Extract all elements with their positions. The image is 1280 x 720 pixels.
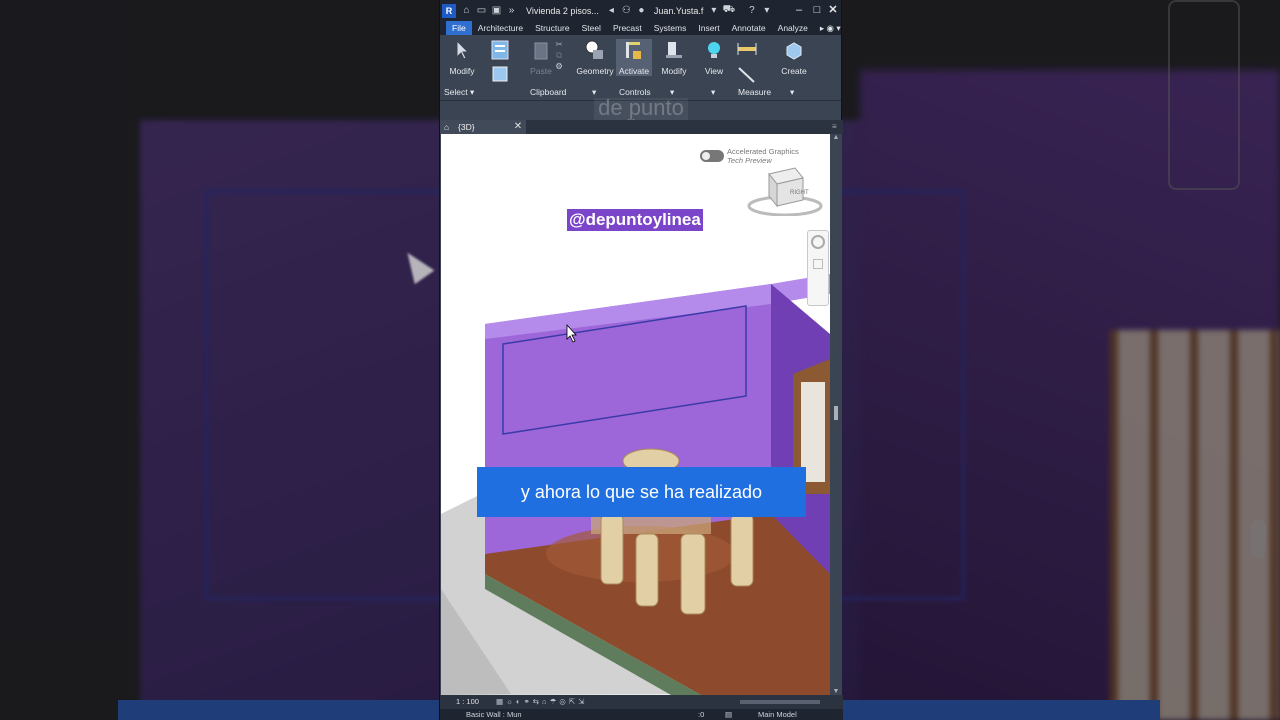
channel-handle: @depuntoylinea (567, 209, 703, 231)
cart-icon[interactable]: ⛟ (722, 4, 736, 17)
geometry-icon (585, 40, 603, 59)
view-button[interactable]: View (694, 39, 734, 76)
steering-wheel-icon[interactable] (811, 235, 825, 249)
collaborate-icon[interactable]: ⚇ (620, 4, 633, 17)
modify-button[interactable]: Modify (442, 39, 482, 76)
title-bar: R ⌂ ▭ ▣ » Vivienda 2 pisos... ◂ ⚇ ● Juan… (440, 0, 841, 21)
close-icon[interactable]: ✕ (826, 3, 840, 17)
tab-systems[interactable]: Systems (648, 21, 693, 35)
vertical-scrollbar[interactable]: ▲ ▼ (830, 134, 842, 695)
view-control-bar: 1 : 100 ▦☼◐⚭⇆⌂☂◎⇱⇲ (440, 695, 843, 709)
properties-button[interactable] (480, 39, 520, 91)
type-properties-icon (492, 66, 508, 82)
tab-architecture[interactable]: Architecture (472, 21, 529, 35)
view-tabs: ⌂ {3D} ✕ ≡ (440, 120, 843, 134)
navigation-bar[interactable] (807, 230, 829, 306)
modify-view-button[interactable]: Modify (654, 39, 694, 76)
tab-structure[interactable]: Structure (529, 21, 576, 35)
selected-element: Basic Wall : Mun (466, 710, 522, 719)
document-title: Vivienda 2 pisos... (526, 5, 599, 16)
zoom-icon[interactable] (813, 259, 823, 269)
home-icon[interactable]: ⌂ (460, 4, 473, 17)
svg-text:RIGHT: RIGHT (790, 190, 809, 196)
scroll-up-icon[interactable]: ▲ (830, 134, 842, 141)
chevron-down-icon[interactable]: ▾ (707, 4, 720, 17)
lightbulb-icon (708, 42, 720, 58)
view-scale[interactable]: 1 : 100 (456, 695, 479, 709)
create-button[interactable]: Create (774, 39, 814, 76)
help-icon[interactable]: ? (745, 4, 758, 17)
tabs-overflow-icon[interactable]: ▸ ◉ ▾ (814, 21, 847, 35)
scroll-down-icon[interactable]: ▼ (830, 688, 842, 695)
geometry-button[interactable]: Geometry (574, 39, 616, 76)
align-dimension-icon (738, 67, 755, 83)
home-view-icon: ⌂ (444, 122, 450, 132)
model-name[interactable]: Main Model (758, 709, 797, 720)
tab-precast[interactable]: Precast (607, 21, 648, 35)
user-name[interactable]: Juan.Yusta.f (654, 6, 704, 16)
clipboard-dropdown-icon[interactable]: ▾ (592, 87, 596, 98)
revit-window: R ⌂ ▭ ▣ » Vivienda 2 pisos... ◂ ⚇ ● Juan… (439, 0, 843, 720)
minimize-icon[interactable]: – (792, 3, 806, 17)
tabs-menu-icon[interactable]: ≡ (832, 120, 837, 134)
activate-icon (626, 42, 641, 59)
scroll-thumb[interactable] (834, 406, 838, 420)
accelerated-graphics-toggle[interactable] (700, 150, 724, 162)
3d-viewport[interactable]: Accelerated Graphics Tech Preview RIGHT … (441, 134, 830, 695)
caret-left-icon[interactable]: ◂ (605, 4, 618, 17)
measure-icon (737, 43, 757, 55)
selection-count: :0 (698, 710, 705, 719)
copy-icon[interactable]: ⧉ (548, 50, 570, 61)
status-bar: Basic Wall : Mun :0 ▤ Main Model (440, 709, 843, 720)
tab-analyze[interactable]: Analyze (772, 21, 814, 35)
bg-navigation-bar (1168, 0, 1240, 190)
bg-scroll-thumb (1250, 520, 1266, 558)
help-dropdown-icon[interactable]: ▾ (760, 4, 773, 17)
cut-copy-group[interactable]: ✂ ⧉ ⚙ (548, 39, 570, 72)
match-icon[interactable]: ⚙ (548, 61, 570, 72)
save-icon[interactable]: ▣ (490, 4, 503, 17)
cursor-arrow-icon (456, 39, 470, 60)
tab-file[interactable]: File (446, 21, 472, 35)
select-panel[interactable]: Select ▾ (444, 87, 474, 98)
tab-insert[interactable]: Insert (692, 21, 725, 35)
video-caption: y ahora lo que se ha realizado (477, 467, 806, 517)
user-icon[interactable]: ● (635, 4, 648, 17)
open-icon[interactable]: ▭ (475, 4, 488, 17)
measure-tools[interactable] (732, 39, 762, 91)
cut-icon[interactable]: ✂ (548, 39, 570, 50)
maximize-icon[interactable]: □ (810, 3, 824, 17)
accelerated-graphics-label: Accelerated Graphics Tech Preview (727, 147, 799, 165)
ribbon-tabs: File Architecture Structure Steel Precast Sys… (440, 21, 841, 35)
view-dropdown-icon[interactable]: ▾ (711, 87, 715, 98)
activate-button[interactable]: Activate (616, 39, 652, 76)
tab-annotate[interactable]: Annotate (726, 21, 772, 35)
view-control-icons[interactable]: ▦☼◐⚭⇆⌂☂◎⇱⇲ (496, 695, 587, 709)
tab-steel[interactable]: Steel (576, 21, 607, 35)
measure-panel[interactable]: Measure (738, 87, 771, 97)
modify-view-icon (666, 42, 682, 58)
clipboard-panel[interactable]: Clipboard (530, 87, 566, 97)
screen: R ⌂ ▭ ▣ » Vivienda 2 pisos... ◂ ⚇ ● Juan… (0, 0, 1280, 720)
filter-icon[interactable]: ▤ (725, 709, 732, 720)
horizontal-scroll[interactable] (740, 700, 820, 704)
more-icon[interactable]: » (505, 4, 518, 17)
create-icon (786, 42, 802, 60)
close-tab-icon[interactable]: ✕ (512, 120, 524, 134)
measure-dropdown-icon[interactable]: ▾ (790, 87, 794, 98)
viewcube-icon[interactable]: RIGHT (747, 164, 823, 216)
revit-logo[interactable]: R (442, 3, 456, 18)
properties-icon (491, 40, 509, 60)
